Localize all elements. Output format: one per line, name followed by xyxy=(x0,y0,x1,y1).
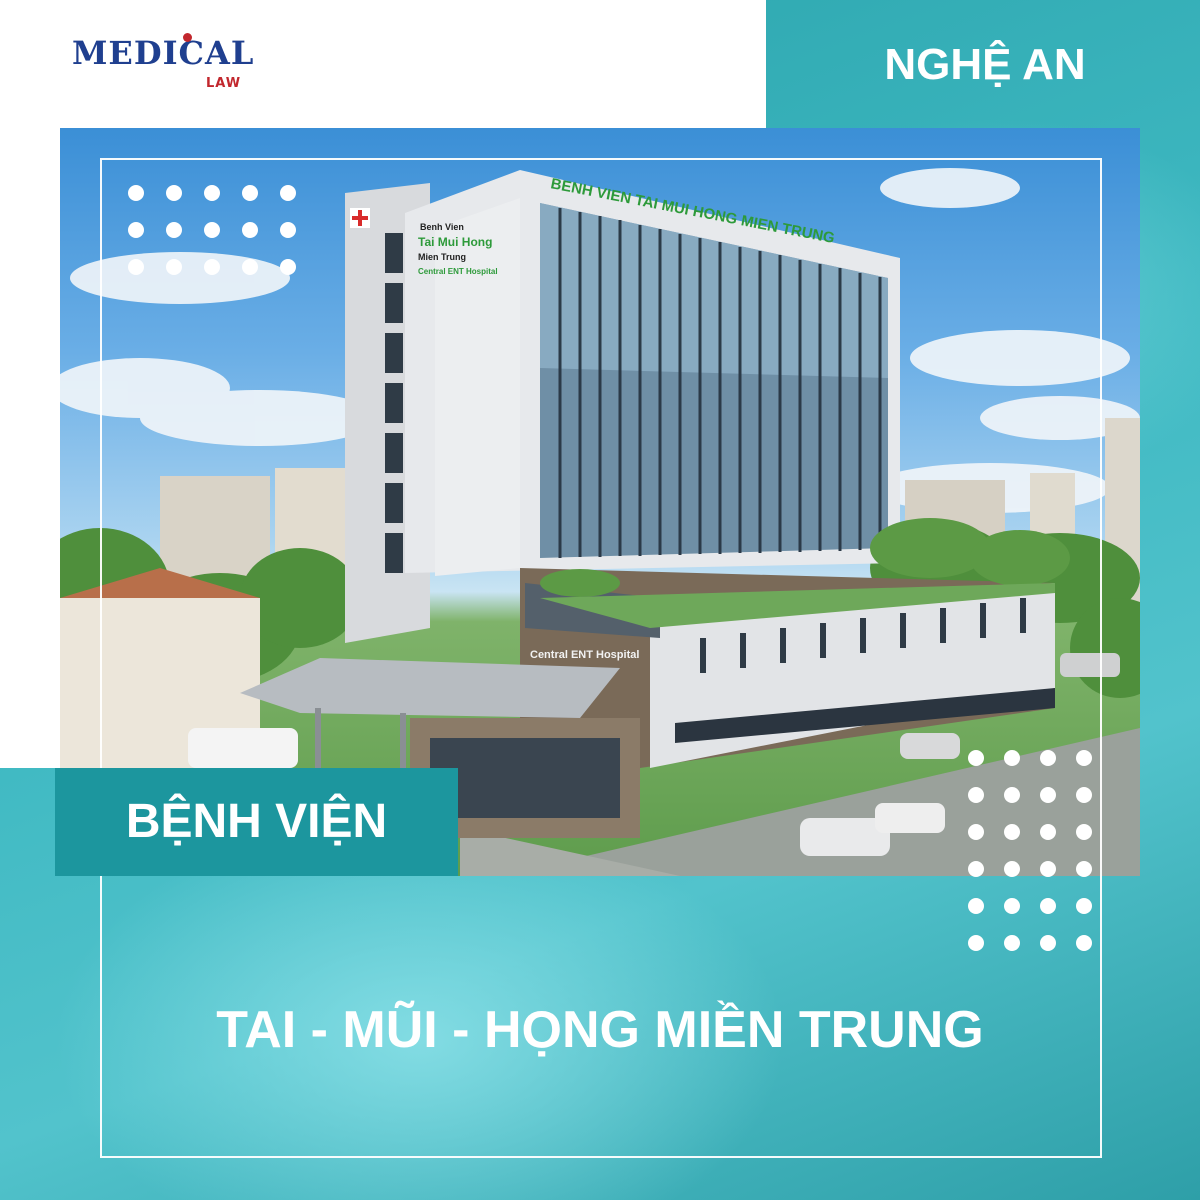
podium-sign: Central ENT Hospital xyxy=(530,649,639,661)
medical-law-logo: MEDICAL LAW xyxy=(72,33,272,104)
region-title: NGHỆ AN xyxy=(884,40,1086,89)
logo-wordmark: MEDICAL xyxy=(72,34,255,72)
dot-grid-top-left xyxy=(128,185,296,275)
side-sign-line2: Tai Mui Hong xyxy=(418,235,492,249)
logo-red-dot xyxy=(183,33,192,42)
category-label: BỆNH VIỆN xyxy=(55,768,458,876)
entrance-canopy xyxy=(240,658,620,718)
logo-subtitle: LAW xyxy=(206,76,242,91)
side-sign-line3: Mien Trung xyxy=(418,252,466,262)
hospital-name-title: TAI - MŨI - HỌNG MIỀN TRUNG xyxy=(216,1001,984,1059)
side-sign-line4: Central ENT Hospital xyxy=(418,267,498,276)
side-sign-line1: Benh Vien xyxy=(420,222,464,232)
dot-grid-bottom-right xyxy=(968,750,1092,951)
side-windows xyxy=(385,233,403,573)
white-side-panel xyxy=(0,0,60,768)
